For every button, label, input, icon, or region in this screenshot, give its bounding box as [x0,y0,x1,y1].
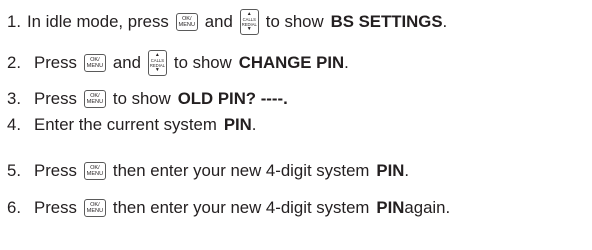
step-text: then enter your new 4-digit system [112,160,370,180]
step-5: 5. Press OK/MENU then enter your new 4-d… [7,160,410,180]
step-number: 6. [7,197,21,217]
step-number: 2. [7,52,21,72]
step-bold-term: OLD PIN? ----. [177,88,288,108]
calls-redial-key-icon: ▲ CALLS REDIAL ▼ [147,50,167,76]
ok-menu-key-icon: OK/MENU [83,90,106,108]
step-text: then enter your new 4-digit system [112,197,370,217]
step-bold-term: BS SETTINGS [330,11,443,31]
step-text: and [204,11,233,31]
ok-menu-key-icon: OK/MENU [83,54,106,72]
ok-menu-key-icon: OK/MENU [83,199,106,217]
step-text: In idle mode, press [27,11,169,31]
calls-redial-key-icon: ▲ CALLS REDIAL ▼ [239,9,259,35]
step-bold-term: CHANGE PIN [238,52,345,72]
step-number: 1. [7,11,21,31]
step-text: Press [34,88,77,108]
step-number: 4. [7,114,21,134]
step-2: 2. Press OK/MENU and ▲ CALLS REDIAL ▼ to… [7,49,349,77]
step-bold-term: PIN [376,197,405,217]
instruction-list: 1. In idle mode, press OK/MENU and ▲ CAL… [0,0,592,250]
step-1: 1. In idle mode, press OK/MENU and ▲ CAL… [7,8,447,36]
ok-menu-key-icon: OK/MENU [175,13,198,31]
step-number: 3. [7,88,21,108]
step-text: Enter the current system [34,114,217,134]
step-text: to show [112,88,171,108]
step-text: Press [34,197,77,217]
step-4: 4. Enter the current system PIN. [7,114,257,134]
step-6: 6. Press OK/MENU then enter your new 4-d… [7,197,451,217]
step-text: Press [34,160,77,180]
step-text: Press [34,52,77,72]
step-number: 5. [7,160,21,180]
step-bold-term: PIN [376,160,405,180]
step-text: to show [173,52,232,72]
ok-menu-key-icon: OK/MENU [83,162,106,180]
step-text: to show [265,11,324,31]
step-3: 3. Press OK/MENU to show OLD PIN? ----. [7,85,288,113]
step-bold-term: PIN [223,114,252,134]
step-text: and [112,52,141,72]
